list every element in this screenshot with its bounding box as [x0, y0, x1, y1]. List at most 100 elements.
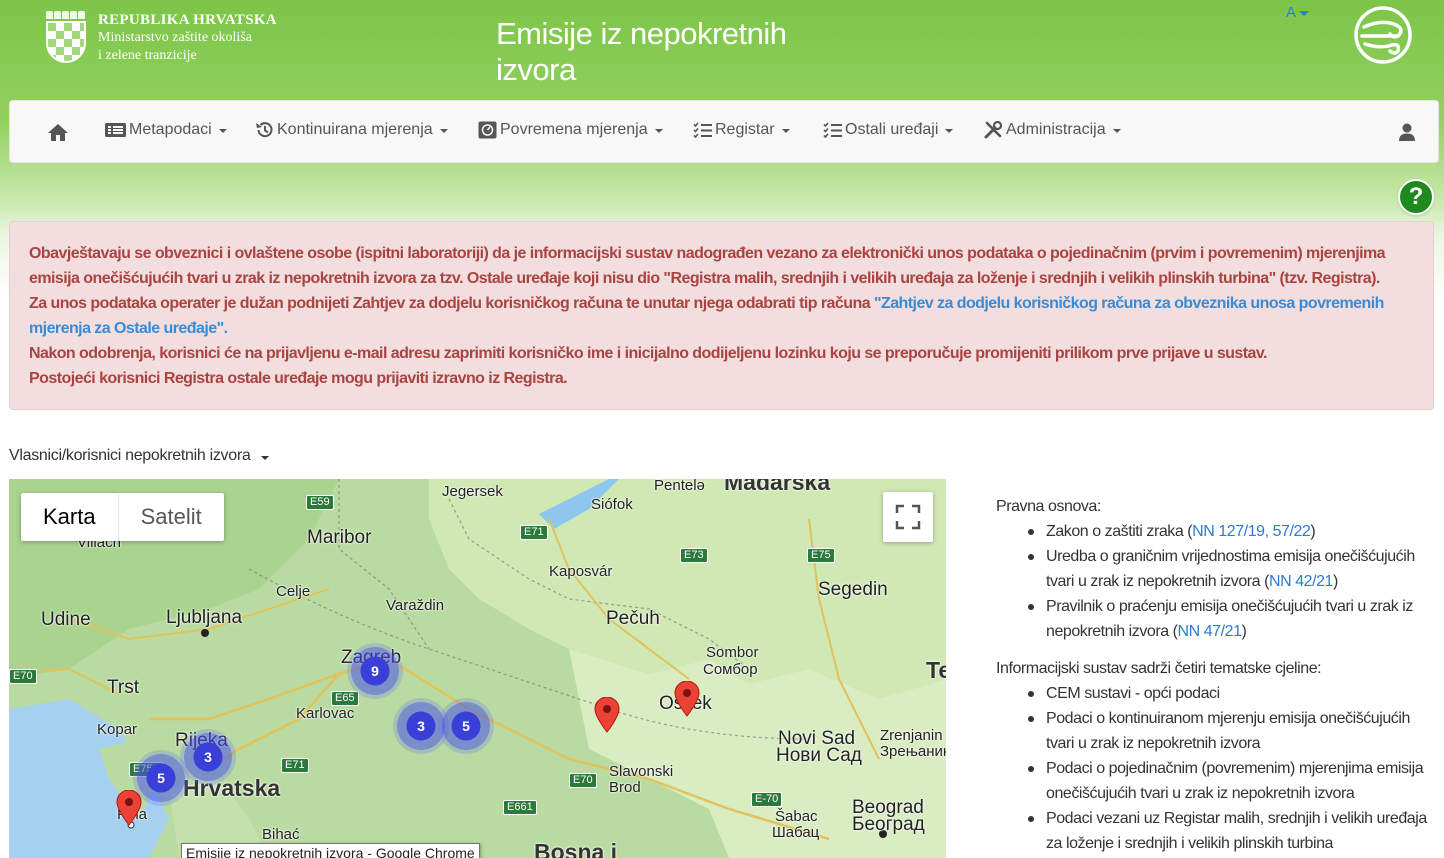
- checklist-icon: [823, 122, 842, 138]
- road-shield: E71: [520, 525, 548, 540]
- map-label: Kopar: [97, 721, 138, 738]
- map-label: Siófok: [591, 496, 633, 513]
- nav-kontinuirana-mjerenja[interactable]: Kontinuirana mjerenja: [255, 121, 448, 139]
- user-icon[interactable]: [1398, 123, 1416, 142]
- legal-basis-list: Zakon o zaštiti zraka (NN 127/19, 57/22)…: [996, 519, 1428, 644]
- nav-label: Povremena mjerenja: [500, 121, 648, 138]
- nav-label: Kontinuirana mjerenja: [277, 121, 433, 138]
- alert-paragraph: Za unos podataka operater je dužan podni…: [29, 291, 1415, 341]
- map-cluster[interactable]: 9: [347, 643, 403, 699]
- home-icon[interactable]: [47, 123, 69, 142]
- owners-dropdown-label: Vlasnici/korisnici nepokretnih izvora: [9, 447, 251, 464]
- checklist-icon: [693, 122, 712, 138]
- list-item: Zakon o zaštiti zraka (NN 127/19, 57/22): [996, 519, 1428, 544]
- list-item: Pravilnik o praćenju emisija onečišćujuć…: [996, 594, 1428, 644]
- map-label: Segedin: [818, 579, 888, 600]
- ministry-logo[interactable]: REPUBLIKA HRVATSKA Ministarstvo zaštite …: [46, 11, 277, 65]
- map-label: Varaždin: [386, 597, 445, 614]
- legal-text: Uredba o graničnim vrijednostima emisija…: [1046, 548, 1415, 590]
- fullscreen-button[interactable]: [883, 492, 933, 542]
- map-marker-icon[interactable]: [116, 790, 142, 826]
- map-label: Sombor: [706, 644, 759, 661]
- map-type-control: Karta Satelit: [21, 493, 224, 541]
- map-label: Ljubljana: [166, 607, 243, 628]
- map[interactable]: Mađarska Jegersek Pentelə Siófok Villach…: [9, 479, 946, 858]
- info-alert: Obavještavaju se obveznici i ovlaštene o…: [9, 221, 1434, 410]
- road-shield: E71: [281, 758, 309, 773]
- chevron-down-icon: [781, 129, 790, 133]
- map-marker-icon[interactable]: [674, 681, 700, 717]
- map-cluster[interactable]: 5: [438, 698, 494, 754]
- map-label: Celje: [276, 583, 311, 600]
- chevron-down-icon: [945, 129, 954, 133]
- org-line-3: i zelene tranzicije: [98, 48, 197, 63]
- chevron-down-icon: [1112, 129, 1121, 133]
- map-label: Београд: [852, 814, 925, 835]
- app-title: Emisije iz nepokretnih izvora: [496, 16, 787, 87]
- map-label: Шабац: [772, 824, 820, 841]
- map-label: Trst: [107, 677, 140, 698]
- road-shield: E73: [680, 548, 708, 563]
- list-item: Podaci vezani uz Registar malih, srednji…: [996, 806, 1428, 856]
- header: REPUBLIKA HRVATSKA Ministarstvo zaštite …: [0, 0, 1444, 95]
- map-type-satelit-button[interactable]: Satelit: [117, 493, 224, 541]
- legal-link[interactable]: NN 47/21: [1178, 623, 1242, 640]
- nav-label: Metapodaci: [129, 121, 212, 138]
- map-label: Slavonski: [609, 763, 674, 780]
- list-item: Podaci o kontinuiranom mjerenju emisija …: [996, 706, 1428, 756]
- nav-label: Administracija: [1006, 121, 1106, 138]
- road-shield: E70: [9, 669, 37, 684]
- fullscreen-icon: [895, 504, 921, 530]
- map-label: Pečuh: [606, 608, 660, 629]
- window-tooltip: Emisije iz nepokretnih izvora - Google C…: [181, 843, 480, 858]
- map-label: Te: [926, 657, 946, 683]
- map-label: Maribor: [307, 527, 372, 548]
- map-marker-icon[interactable]: [594, 697, 620, 733]
- ministry-name: REPUBLIKA HRVATSKA Ministarstvo zaštite …: [98, 11, 277, 65]
- main-navbar: Metapodaci Kontinuirana mjerenja Povreme…: [9, 100, 1439, 163]
- tools-icon: [984, 121, 1003, 139]
- nav-label: Ostali uređaji: [845, 121, 939, 138]
- map-label: Pentelə: [654, 479, 705, 494]
- gauge-icon: [478, 121, 497, 139]
- map-label: Udine: [41, 609, 91, 630]
- help-button[interactable]: ?: [1398, 179, 1434, 215]
- road-shield: E70: [569, 773, 597, 788]
- coat-of-arms-icon: [46, 11, 86, 63]
- map-label: Bihać: [262, 826, 300, 843]
- chevron-down-icon: [218, 129, 227, 133]
- org-line-2: Ministarstvo zaštite okoliša: [98, 30, 252, 45]
- map-label: Нови Сад: [776, 745, 862, 766]
- list-icon: [105, 123, 126, 137]
- nav-ostali-uredaji[interactable]: Ostali uređaji: [823, 121, 954, 139]
- language-selector[interactable]: A: [1286, 4, 1310, 21]
- nav-metapodaci[interactable]: Metapodaci: [105, 121, 227, 139]
- legal-text: Zakon o zaštiti zraka (: [1046, 523, 1193, 540]
- nav-registar[interactable]: Registar: [693, 121, 790, 139]
- road-shield: E661: [503, 800, 537, 815]
- legal-basis-title: Pravna osnova:: [996, 498, 1101, 515]
- legal-link[interactable]: NN 42/21: [1269, 573, 1333, 590]
- list-item: Podaci o pojedinačnim (povremenim) mjere…: [996, 756, 1428, 806]
- alert-paragraph: Postojeći korisnici Registra ostale uređ…: [29, 370, 568, 387]
- map-type-karta-button[interactable]: Karta: [21, 493, 118, 541]
- nav-label: Registar: [715, 121, 775, 138]
- map-label: Karlovac: [296, 705, 355, 722]
- legal-text-end: ): [1310, 523, 1316, 540]
- map-label: Сомбор: [703, 661, 758, 678]
- road-shield: E59: [306, 495, 334, 510]
- legal-link[interactable]: NN 127/19, 57/22: [1192, 523, 1311, 540]
- chevron-down-icon: [439, 129, 448, 133]
- history-icon: [256, 122, 273, 138]
- map-label: Jegersek: [442, 483, 503, 500]
- legal-text-end: ): [1241, 623, 1247, 640]
- wind-logo-icon: [1354, 6, 1412, 64]
- list-item: Uredba o graničnim vrijednostima emisija…: [996, 544, 1428, 594]
- nav-povremena-mjerenja[interactable]: Povremena mjerenja: [478, 121, 663, 139]
- owners-dropdown[interactable]: Vlasnici/korisnici nepokretnih izvora: [9, 447, 269, 465]
- chevron-down-icon: [654, 129, 663, 133]
- map-label: Kaposvár: [549, 563, 613, 580]
- nav-administracija[interactable]: Administracija: [984, 121, 1121, 139]
- chevron-down-icon: [260, 456, 269, 460]
- chevron-down-icon: [1299, 10, 1310, 16]
